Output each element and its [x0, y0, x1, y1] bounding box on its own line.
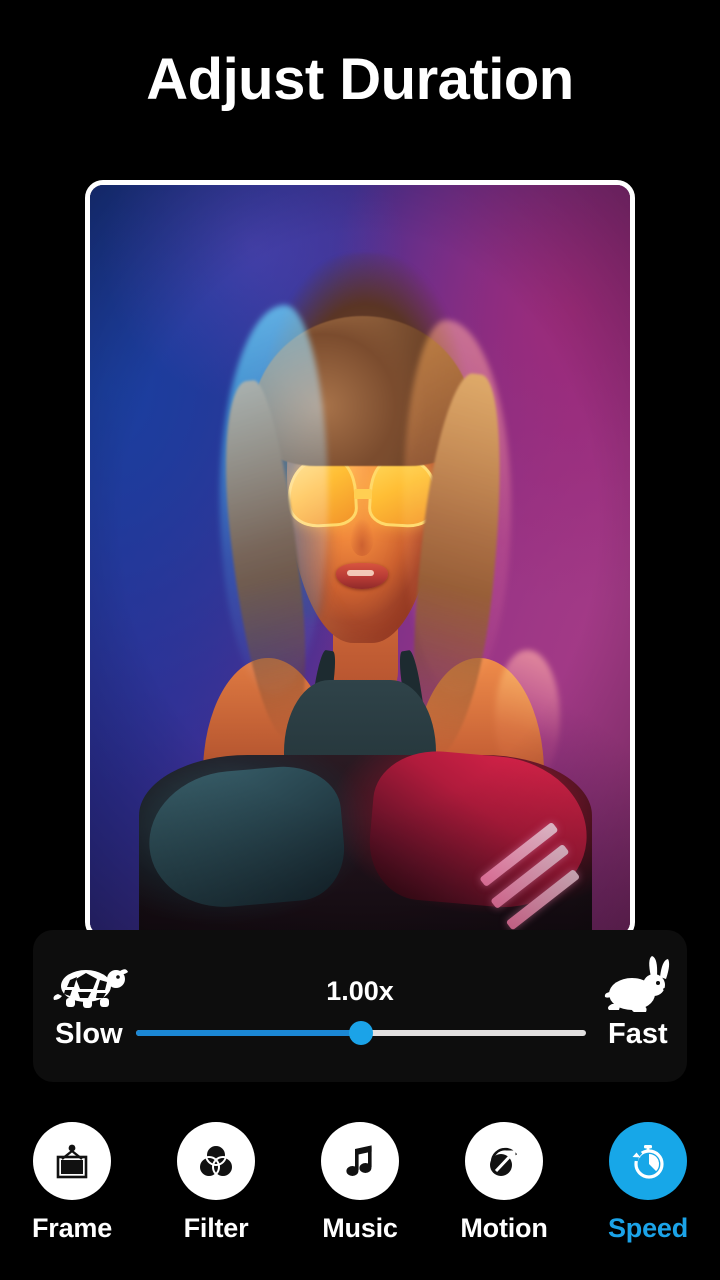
slow-label: Slow [55, 1018, 123, 1050]
frame-icon-circle[interactable] [33, 1122, 111, 1200]
fast-label: Fast [608, 1018, 668, 1050]
tab-motion[interactable]: Motion [432, 1122, 576, 1244]
video-preview[interactable] [85, 180, 635, 940]
sunglass-bridge [353, 489, 372, 499]
tab-frame[interactable]: Frame [0, 1122, 144, 1244]
tab-speed-label: Speed [607, 1213, 689, 1243]
portrait-figure [90, 185, 630, 935]
motion-icon [490, 1147, 518, 1176]
tab-music-label: Music [322, 1213, 398, 1243]
music-icon-circle[interactable] [321, 1122, 399, 1200]
speed-slider[interactable] [136, 1021, 586, 1045]
music-icon [346, 1145, 372, 1176]
lips [336, 563, 388, 589]
tab-motion-label: Motion [460, 1213, 548, 1243]
page-title: Adjust Duration [146, 47, 574, 112]
speed-icon-circle[interactable] [609, 1122, 687, 1200]
preview-photo [90, 185, 630, 935]
filter-icon-circle[interactable] [177, 1122, 255, 1200]
tab-filter-label: Filter [183, 1213, 249, 1243]
slider-fill [136, 1030, 361, 1036]
filter-icon [198, 1144, 234, 1178]
speed-icon [632, 1145, 664, 1179]
nose [350, 518, 375, 557]
hair-warm-light [403, 320, 512, 695]
bottom-toolbar: Frame Filter Music Motion Speed [0, 1110, 720, 1280]
adjust-duration-screen: Adjust Duration Slow Fast 1.00x Frame Fi… [0, 0, 720, 1280]
tab-music[interactable]: Music [288, 1122, 432, 1244]
teeth [347, 569, 375, 576]
tab-speed[interactable]: Speed [576, 1122, 720, 1244]
frame-icon [56, 1144, 88, 1179]
speed-value: 1.00x [326, 976, 394, 1006]
motion-icon-circle[interactable] [465, 1122, 543, 1200]
hair-cyan-light [219, 305, 328, 695]
tab-frame-label: Frame [31, 1213, 113, 1243]
tab-filter[interactable]: Filter [144, 1122, 288, 1244]
slider-thumb[interactable] [349, 1021, 373, 1045]
